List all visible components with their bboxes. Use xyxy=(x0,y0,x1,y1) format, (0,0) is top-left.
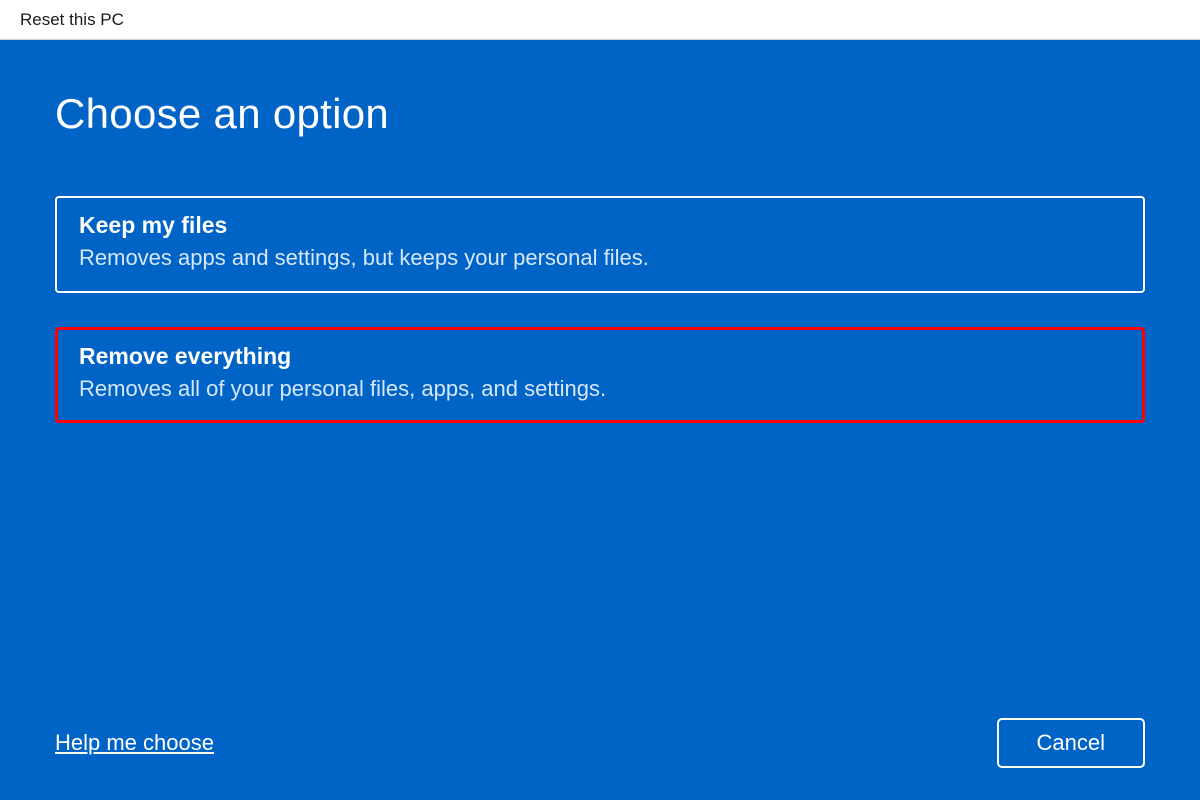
option-title: Keep my files xyxy=(79,212,1121,239)
help-me-choose-link[interactable]: Help me choose xyxy=(55,730,214,756)
main-panel: Choose an option Keep my files Removes a… xyxy=(0,40,1200,800)
option-keep-my-files[interactable]: Keep my files Removes apps and settings,… xyxy=(55,196,1145,293)
option-description: Removes all of your personal files, apps… xyxy=(79,374,1121,404)
option-title: Remove everything xyxy=(79,343,1121,370)
option-remove-everything[interactable]: Remove everything Removes all of your pe… xyxy=(55,327,1145,424)
options-list: Keep my files Removes apps and settings,… xyxy=(55,196,1145,423)
window-title: Reset this PC xyxy=(20,10,124,30)
titlebar: Reset this PC xyxy=(0,0,1200,40)
cancel-button[interactable]: Cancel xyxy=(997,718,1145,768)
option-description: Removes apps and settings, but keeps you… xyxy=(79,243,1121,273)
footer: Help me choose Cancel xyxy=(55,718,1145,768)
page-heading: Choose an option xyxy=(55,90,1145,138)
